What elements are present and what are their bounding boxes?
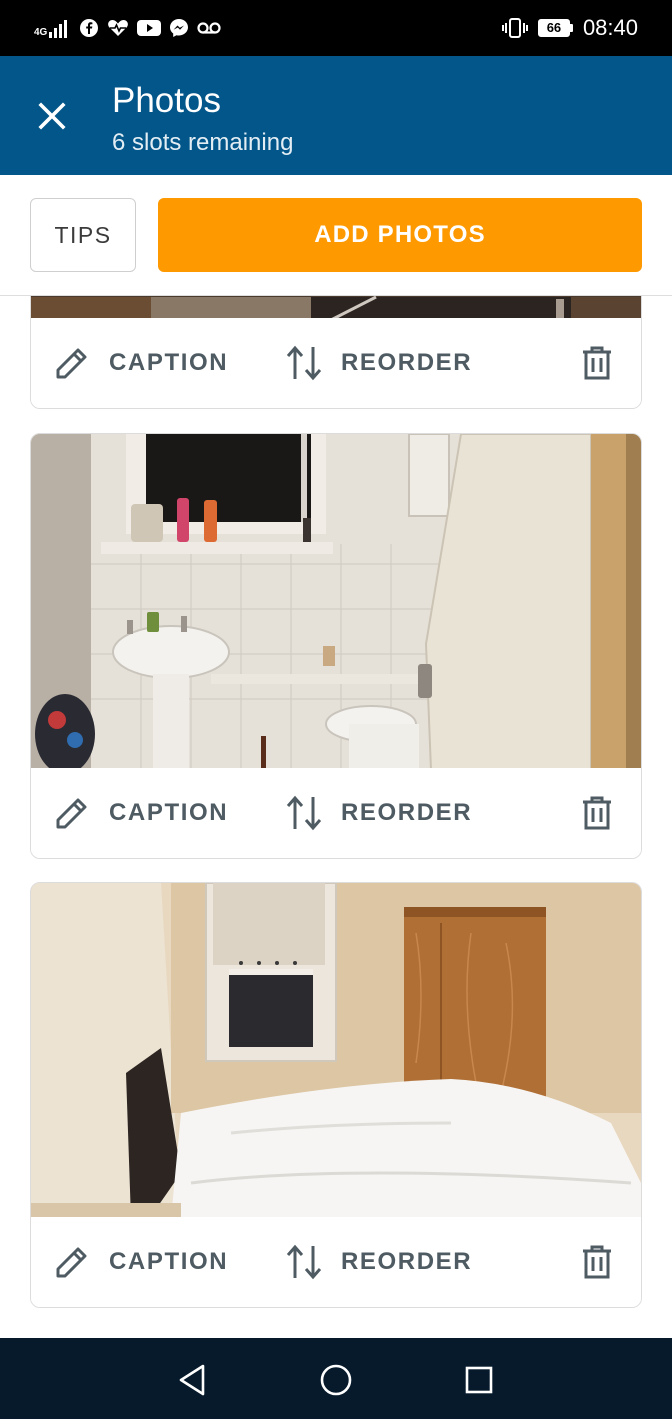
page-title: Photos <box>112 81 221 120</box>
photo-actions: CAPTION REORDER <box>31 1217 641 1307</box>
battery-icon: 66 <box>537 19 573 37</box>
reorder-label: REORDER <box>341 349 473 376</box>
photo-thumbnail[interactable] <box>31 883 641 1219</box>
photo-actions: CAPTION REORDER <box>31 768 641 858</box>
pencil-icon <box>56 1247 87 1278</box>
status-bar: 4G 66 08:40 <box>0 0 672 56</box>
caption-button[interactable]: CAPTION <box>53 790 228 836</box>
caption-label: CAPTION <box>109 349 229 376</box>
action-row: TIPS ADD PHOTOS <box>0 175 672 296</box>
photo-card: CAPTION REORDER <box>30 882 642 1308</box>
app-bar: Photos 6 slots remaining <box>0 56 672 175</box>
reorder-icon <box>286 1244 322 1280</box>
pencil-icon <box>56 798 87 829</box>
delete-button[interactable] <box>577 342 617 384</box>
photo-card: CAPTION REORDER <box>30 433 642 859</box>
navigation-bar <box>0 1338 672 1419</box>
caption-button[interactable]: CAPTION <box>53 340 228 386</box>
pencil-icon <box>56 348 87 379</box>
health-icon <box>107 18 129 38</box>
back-icon <box>179 1364 205 1396</box>
signal-icon <box>49 20 68 38</box>
reorder-label: REORDER <box>341 799 473 826</box>
home-icon <box>320 1364 352 1396</box>
trash-icon <box>583 1245 611 1279</box>
tips-button[interactable]: TIPS <box>30 198 136 272</box>
photo-thumbnail[interactable] <box>31 296 641 320</box>
messenger-icon <box>169 18 189 38</box>
reorder-button[interactable]: REORDER <box>285 790 472 836</box>
close-button[interactable] <box>26 90 78 142</box>
reorder-button[interactable]: REORDER <box>285 340 472 386</box>
delete-button[interactable] <box>577 792 617 834</box>
youtube-icon <box>137 19 162 37</box>
clock: 08:40 <box>582 15 638 40</box>
trash-icon <box>583 346 611 380</box>
back-button[interactable] <box>172 1360 212 1400</box>
battery-level: 66 <box>537 19 570 37</box>
photo-card: CAPTION REORDER <box>30 296 642 409</box>
network-indicator: 4G <box>34 18 71 38</box>
voicemail-icon <box>197 21 221 35</box>
status-left: 4G <box>34 14 221 42</box>
close-icon <box>38 102 66 130</box>
vibrate-icon <box>501 17 528 39</box>
facebook-icon <box>79 18 99 38</box>
reorder-label: REORDER <box>341 1248 473 1275</box>
photo-list[interactable]: CAPTION REORDER CAPTION REORDER CAPTION … <box>0 296 672 1338</box>
status-right: 66 08:40 <box>501 14 638 42</box>
caption-label: CAPTION <box>109 1248 229 1275</box>
recents-icon <box>465 1366 493 1394</box>
reorder-button[interactable]: REORDER <box>285 1239 472 1285</box>
reorder-icon <box>286 345 322 381</box>
caption-label: CAPTION <box>109 799 229 826</box>
trash-icon <box>583 796 611 830</box>
caption-button[interactable]: CAPTION <box>53 1239 228 1285</box>
photo-thumbnail[interactable] <box>31 434 641 770</box>
slots-remaining: 6 slots remaining <box>112 129 294 156</box>
home-button[interactable] <box>316 1360 356 1400</box>
photo-actions: CAPTION REORDER <box>31 318 641 408</box>
network-type: 4G <box>34 27 48 38</box>
reorder-icon <box>286 795 322 831</box>
delete-button[interactable] <box>577 1241 617 1283</box>
recents-button[interactable] <box>459 1360 499 1400</box>
add-photos-button[interactable]: ADD PHOTOS <box>158 198 642 272</box>
